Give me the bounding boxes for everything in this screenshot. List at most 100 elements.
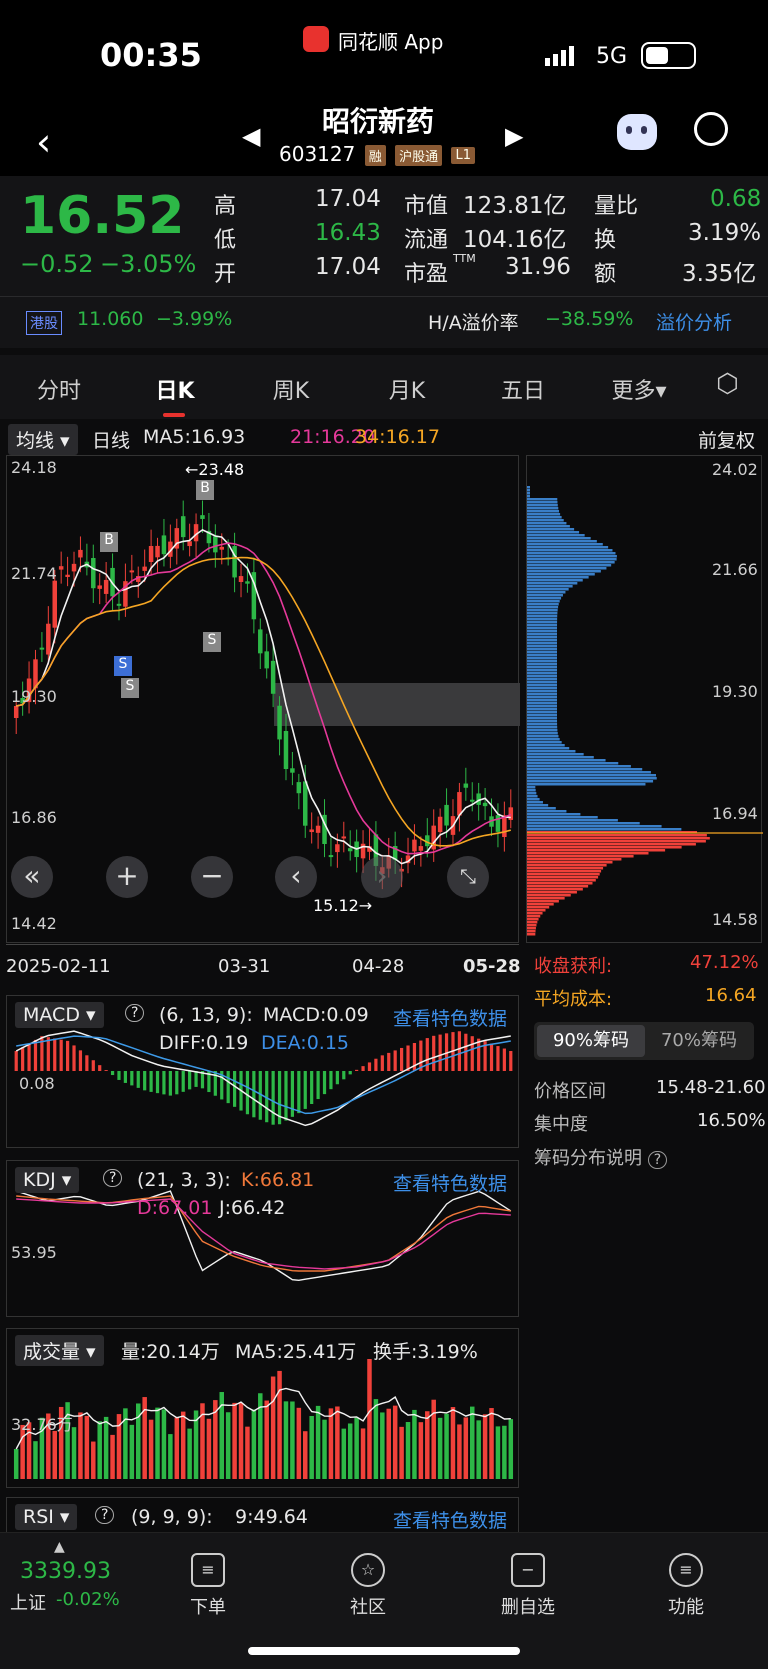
volume-ma5: MA5:25.41万 — [235, 1341, 357, 1363]
rsi-feature-link[interactable]: 查看特色数据 — [393, 1506, 507, 1533]
tab-daily-k[interactable]: 日K — [130, 373, 220, 405]
indicator-selector[interactable]: 均线 ▾ — [8, 424, 78, 455]
volume-bar — [52, 1430, 57, 1479]
ha-premium-value: −38.59% — [545, 308, 634, 330]
tab-70-chips[interactable]: 70%筹码 — [649, 1025, 749, 1057]
rsi-selector[interactable]: RSI ▾ — [15, 1504, 78, 1530]
candle-body — [457, 792, 462, 816]
mcap-label: 市值 — [404, 194, 449, 219]
tab-active-indicator — [163, 413, 185, 417]
scroll-left-icon[interactable]: ‹ — [275, 856, 317, 898]
chip-bar — [527, 906, 550, 909]
chip-bar — [527, 663, 557, 666]
volume-selector[interactable]: 成交量 ▾ — [15, 1335, 104, 1366]
volume-bar — [161, 1409, 167, 1479]
chip-bar — [527, 855, 634, 858]
macd-panel[interactable]: MACD ▾ ? (6, 13, 9): MACD:0.09 查看特色数据 DI… — [6, 995, 519, 1148]
rsi-help-icon[interactable]: ? — [95, 1506, 115, 1524]
y-axis-low: 14.42 — [11, 914, 57, 933]
chip-bar — [527, 921, 538, 924]
tab-weekly-k[interactable]: 周K — [246, 373, 336, 405]
candle-body — [58, 566, 64, 570]
macd-feature-link[interactable]: 查看特色数据 — [393, 1004, 507, 1031]
volume-bar — [367, 1359, 372, 1479]
app-name: 同花顺 App — [338, 30, 444, 54]
community-button[interactable]: ☆ 社区 — [318, 1543, 418, 1619]
macd-axis: 0.08 — [19, 1074, 55, 1093]
rsi-panel[interactable]: RSI ▾ ? (9, 9, 9): 9:49.64 查看特色数据 — [6, 1497, 519, 1537]
volume-bar — [225, 1412, 231, 1479]
macd-value: MACD:0.09 — [263, 1004, 369, 1026]
chip-bar — [527, 837, 710, 840]
ma5-value: MA5:16.93 — [143, 426, 246, 448]
candle-body — [46, 623, 51, 655]
volume-axis: 32.76万 — [11, 1415, 73, 1434]
premium-analysis-link[interactable]: 溢价分析 — [656, 308, 732, 335]
kdj-panel[interactable]: KDJ ▾ ? (21, 3, 3): K:66.81 查看特色数据 D:67.… — [6, 1160, 519, 1317]
tab-monthly-k[interactable]: 月K — [362, 373, 452, 405]
candle-body — [219, 546, 224, 550]
chip-bar — [527, 711, 558, 714]
volume-bar — [187, 1428, 192, 1479]
quote-panel: 16.52 −0.52 −3.05% 高 17.04 低 16.43 开 17.… — [0, 176, 768, 348]
candle-body — [495, 815, 501, 832]
index-value[interactable]: 3339.93 — [20, 1559, 111, 1584]
tab-90-chips[interactable]: 90%筹码 — [537, 1025, 645, 1057]
zoom-in-icon[interactable]: + — [106, 856, 148, 898]
volume-bar — [508, 1419, 514, 1479]
chip-bar — [527, 717, 558, 720]
next-stock-icon[interactable]: ▶ — [505, 122, 523, 150]
candle-body — [161, 535, 167, 555]
buy-marker: B — [100, 532, 118, 552]
sell-marker: S — [114, 656, 132, 676]
assistant-robot-icon[interactable] — [617, 114, 657, 150]
kline-svg — [13, 500, 520, 890]
chip-bar — [527, 507, 559, 510]
kline-chart[interactable]: 24.18 21.74 19.30 16.86 14.42 ←23.48 15.… — [6, 455, 520, 943]
candle-body — [264, 651, 269, 669]
tab-five-day[interactable]: 五日 — [478, 373, 568, 405]
chip-distribution: 24.02 21.66 19.30 16.94 14.58 — [526, 455, 763, 943]
volume-bar — [232, 1402, 237, 1479]
tab-more[interactable]: 更多▾ — [594, 373, 684, 405]
search-icon[interactable] — [694, 112, 728, 146]
turnover-value: 3.19% — [688, 220, 762, 246]
adjust-mode[interactable]: 前复权 — [698, 426, 755, 453]
chip-y-1: 24.02 — [712, 460, 758, 479]
volume-ma-line — [15, 1387, 511, 1450]
volume-bar — [418, 1422, 424, 1479]
macd-selector[interactable]: MACD ▾ — [15, 1002, 104, 1028]
order-button[interactable]: ≡ 下单 — [158, 1543, 258, 1619]
kdj-selector[interactable]: KDJ ▾ — [15, 1167, 80, 1193]
chip-bar — [527, 873, 600, 876]
volume-panel[interactable]: 成交量 ▾ 量:20.14万 MA5:25.41万 换手:3.19% 32.76… — [6, 1328, 519, 1488]
price-range-label: 价格区间 — [534, 1081, 606, 1102]
zoom-out-icon[interactable]: − — [191, 856, 233, 898]
tab-intraday[interactable]: 分时 — [14, 373, 104, 405]
chip-bar — [527, 681, 557, 684]
x-axis-ticks — [6, 944, 519, 952]
volume-bar — [502, 1425, 507, 1479]
chip-bar — [527, 684, 557, 687]
volume-bar — [270, 1376, 276, 1479]
remove-watchlist-button[interactable]: − 删自选 — [478, 1543, 578, 1619]
pe-value: 31.96 — [505, 254, 571, 280]
kdj-feature-link[interactable]: 查看特色数据 — [393, 1169, 507, 1196]
settings-hex-icon[interactable]: ⬡ — [716, 369, 739, 399]
volume-bar — [489, 1408, 494, 1479]
candle-body — [444, 804, 449, 826]
fullscreen-icon[interactable]: ⤡ — [447, 856, 489, 898]
volume-bar — [328, 1408, 334, 1479]
chip-explain-link[interactable]: 筹码分布说明 ? — [534, 1144, 668, 1170]
candle-body — [103, 579, 109, 594]
scroll-left-fast-icon[interactable]: « — [11, 856, 53, 898]
volume-bar — [360, 1428, 366, 1479]
chip-bar — [527, 666, 557, 669]
chip-bar — [527, 849, 666, 852]
scroll-right-icon[interactable]: › — [361, 856, 403, 898]
volume-bar — [405, 1422, 411, 1479]
prev-stock-icon[interactable]: ◀ — [242, 122, 260, 150]
back-icon[interactable]: ‹ — [36, 120, 51, 164]
functions-button[interactable]: ≡ 功能 — [636, 1543, 736, 1619]
chip-bar — [527, 735, 559, 738]
